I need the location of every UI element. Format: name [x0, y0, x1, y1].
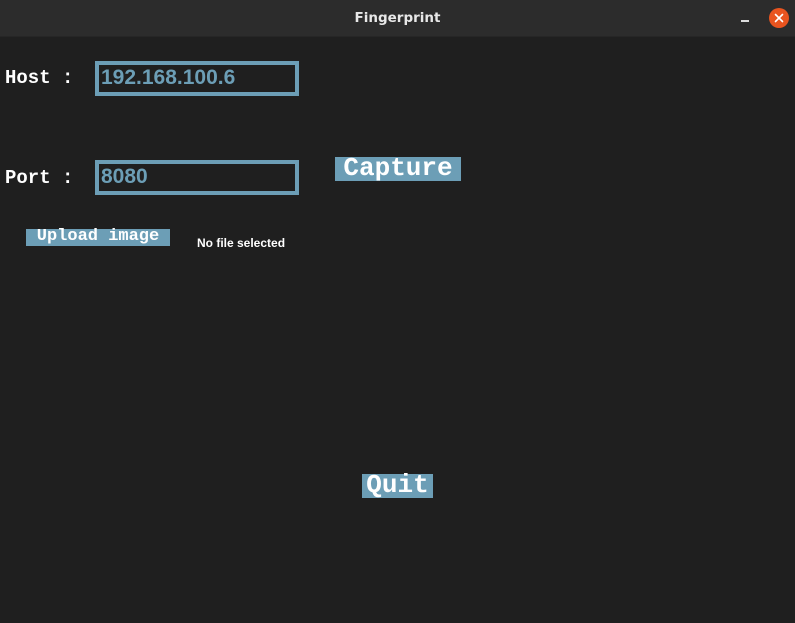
close-icon: [774, 13, 784, 23]
port-input[interactable]: [101, 164, 291, 190]
port-label: Port :: [5, 167, 74, 189]
quit-button[interactable]: Quit: [362, 472, 433, 498]
host-field-frame: [95, 61, 299, 96]
upload-image-button[interactable]: Upload image: [26, 228, 170, 246]
minimize-button[interactable]: [733, 8, 755, 28]
port-field-frame: [95, 160, 299, 195]
capture-button[interactable]: Capture: [335, 155, 461, 181]
host-label: Host :: [5, 67, 74, 89]
minimize-icon: [741, 20, 749, 22]
title-bar[interactable]: Fingerprint: [0, 0, 795, 37]
window-title: Fingerprint: [354, 10, 441, 26]
close-button[interactable]: [769, 8, 789, 28]
host-input[interactable]: [101, 65, 291, 91]
upload-status-text: No file selected: [197, 236, 286, 250]
app-window: Fingerprint Host : Port : Capture Upload…: [0, 0, 795, 623]
